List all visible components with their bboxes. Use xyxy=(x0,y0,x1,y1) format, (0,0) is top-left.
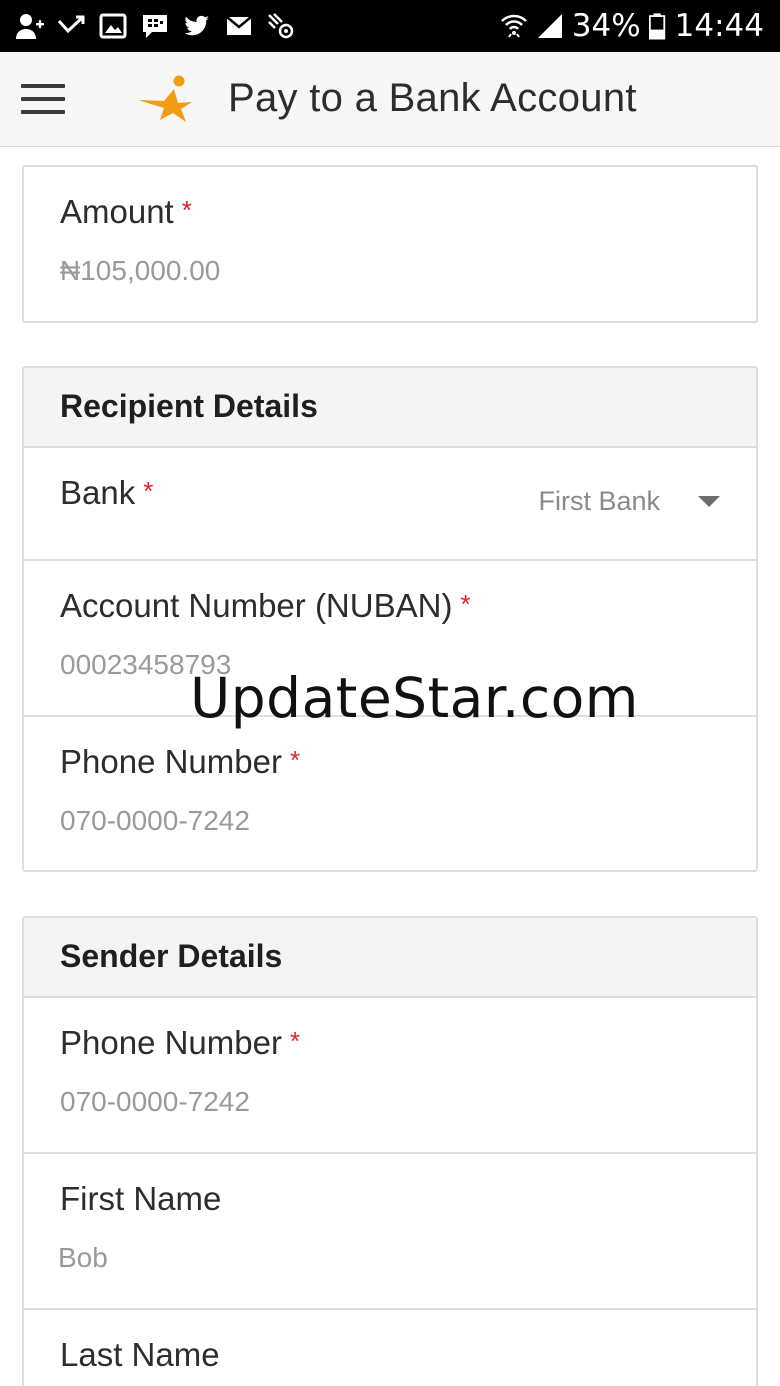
sender-phone-field[interactable]: Phone Number * 070-0000-7242 xyxy=(24,998,756,1154)
required-marker: * xyxy=(181,195,192,225)
recipient-phone-value: 070-0000-7242 xyxy=(60,805,250,836)
bank-selected-value: First Bank xyxy=(538,486,660,516)
status-bar: 34% 14:44 xyxy=(0,0,780,52)
first-name-field[interactable]: First Name Bob xyxy=(24,1154,756,1310)
battery-percent: 34% xyxy=(571,8,641,44)
signal-icon xyxy=(537,14,562,38)
recipient-phone-field[interactable]: Phone Number * 070-0000-7242 xyxy=(24,717,756,870)
recipient-phone-label: Phone Number xyxy=(60,743,282,780)
recipient-details-header: Recipient Details xyxy=(24,368,756,448)
last-name-label: Last Name xyxy=(60,1336,220,1373)
wifi-icon xyxy=(500,14,527,38)
first-name-value: Bob xyxy=(58,1242,108,1273)
sender-details-header: Sender Details xyxy=(24,918,756,998)
amount-value: ₦105,000.00 xyxy=(60,255,221,286)
clock: 14:44 xyxy=(674,8,764,44)
system-status: 34% 14:44 xyxy=(500,6,764,46)
star-logo-icon xyxy=(138,75,192,122)
required-marker: * xyxy=(289,745,301,775)
dropdown-arrow-icon[interactable] xyxy=(698,496,720,507)
section-title: Recipient Details xyxy=(60,388,318,424)
watermark: UpdateStar.com xyxy=(190,666,639,730)
first-name-label: First Name xyxy=(60,1180,222,1217)
satellite-icon xyxy=(268,13,294,39)
recipient-details-card: Recipient Details Bank * First Bank Accou… xyxy=(22,366,758,872)
amount-field[interactable]: Amount * ₦105,000.00 xyxy=(24,167,756,321)
amount-card: Amount * ₦105,000.00 xyxy=(22,165,758,323)
battery-icon xyxy=(648,13,665,40)
required-marker: * xyxy=(460,589,471,619)
bank-dropdown[interactable]: First Bank xyxy=(538,486,720,517)
account-number-label: Account Number (NUBAN) xyxy=(60,587,453,624)
page-title: Pay to a Bank Account xyxy=(228,76,637,120)
image-icon xyxy=(99,13,127,39)
app-bar: Pay to a Bank Account xyxy=(0,52,780,147)
add-contact-icon xyxy=(16,14,44,39)
bank-label: Bank xyxy=(60,474,136,511)
sender-phone-value: 070-0000-7242 xyxy=(60,1086,250,1117)
bank-field[interactable]: Bank * First Bank xyxy=(24,448,756,561)
missed-call-icon xyxy=(57,15,85,34)
required-marker: * xyxy=(289,1026,301,1056)
section-title: Sender Details xyxy=(60,938,283,974)
notification-icons xyxy=(14,10,296,42)
hamburger-menu-icon[interactable] xyxy=(18,80,68,120)
sender-details-card: Sender Details Phone Number * 070-0000-72… xyxy=(22,916,758,1386)
required-marker: * xyxy=(143,476,154,506)
email-icon xyxy=(226,16,252,35)
bbm-icon xyxy=(143,15,167,38)
amount-label: Amount xyxy=(60,193,174,230)
twitter-icon xyxy=(184,15,209,36)
last-name-field[interactable]: Last Name xyxy=(24,1310,756,1386)
sender-phone-label: Phone Number xyxy=(60,1024,282,1061)
